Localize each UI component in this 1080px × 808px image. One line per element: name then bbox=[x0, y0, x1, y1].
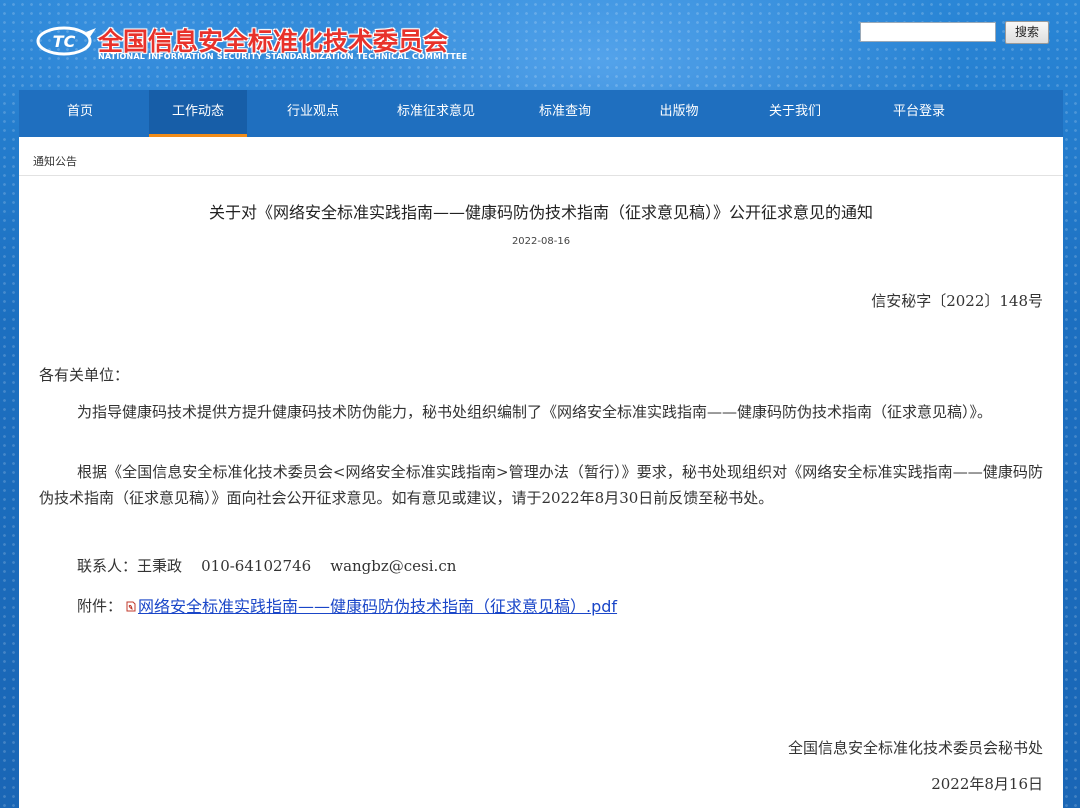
breadcrumb: 通知公告 bbox=[19, 147, 1063, 176]
nav-item-standard-query[interactable]: 标准查询 bbox=[511, 90, 619, 137]
attachment-label: 附件： bbox=[77, 596, 123, 615]
signature-date: 2022年8月16日 bbox=[931, 775, 1043, 793]
nav-item-platform-login[interactable]: 平台登录 bbox=[865, 90, 973, 137]
nav-item-publications[interactable]: 出版物 bbox=[625, 90, 733, 137]
search-button[interactable]: 搜索 bbox=[1005, 21, 1049, 44]
nav-item-work-news[interactable]: 工作动态 bbox=[149, 90, 247, 137]
breadcrumb-notice[interactable]: 通知公告 bbox=[33, 153, 77, 169]
svg-text:TC: TC bbox=[53, 32, 76, 51]
contact-line: 联系人：王秉政 010-64102746 wangbz@cesi.cn bbox=[77, 555, 456, 576]
nav-item-industry-views[interactable]: 行业观点 bbox=[259, 90, 367, 137]
attachment-line: 附件： 网络安全标准实践指南——健康码防伪技术指南（征求意见稿）.pdf bbox=[77, 593, 617, 617]
search-input[interactable] bbox=[860, 22, 996, 42]
article-date: 2022-08-16 bbox=[511, 236, 571, 247]
salutation: 各有关单位： bbox=[39, 366, 130, 384]
signature-organization: 全国信息安全标准化技术委员会秘书处 bbox=[787, 739, 1043, 757]
content-panel: 通知公告 关于对《网络安全标准实践指南——健康码防伪技术指南（征求意见稿）》公开… bbox=[19, 137, 1063, 808]
main-nav: 首页 工作动态 行业观点 标准征求意见 标准查询 出版物 关于我们 平台登录 bbox=[19, 90, 1063, 137]
site-subtitle: NATIONAL INFORMATION SECURITY STANDARDIZ… bbox=[98, 52, 468, 61]
nav-item-standard-comments[interactable]: 标准征求意见 bbox=[371, 90, 501, 137]
nav-item-about-us[interactable]: 关于我们 bbox=[741, 90, 849, 137]
contact-phone: 010-64102746 bbox=[201, 557, 312, 575]
nav-item-home[interactable]: 首页 bbox=[19, 90, 141, 137]
paragraph-2: 根据《全国信息安全标准化技术委员会<网络安全标准实践指南>管理办法（暂行）》要求… bbox=[39, 463, 1043, 507]
contact-email: wangbz@cesi.cn bbox=[330, 557, 457, 575]
contact-name: 王秉政 bbox=[137, 557, 183, 575]
paragraph-1: 为指导健康码技术提供方提升健康码技术防伪能力，秘书处组织编制了《网络安全标准实践… bbox=[77, 403, 993, 421]
attachment-pdf-link[interactable]: 网络安全标准实践指南——健康码防伪技术指南（征求意见稿）.pdf bbox=[138, 593, 617, 617]
document-number: 信安秘字〔2022〕148号 bbox=[871, 292, 1043, 310]
article-title: 关于对《网络安全标准实践指南——健康码防伪技术指南（征求意见稿）》公开征求意见的… bbox=[208, 203, 873, 222]
contact-label: 联系人： bbox=[77, 557, 138, 575]
pdf-file-icon bbox=[126, 601, 136, 612]
tc-logo-icon: TC bbox=[36, 26, 96, 56]
